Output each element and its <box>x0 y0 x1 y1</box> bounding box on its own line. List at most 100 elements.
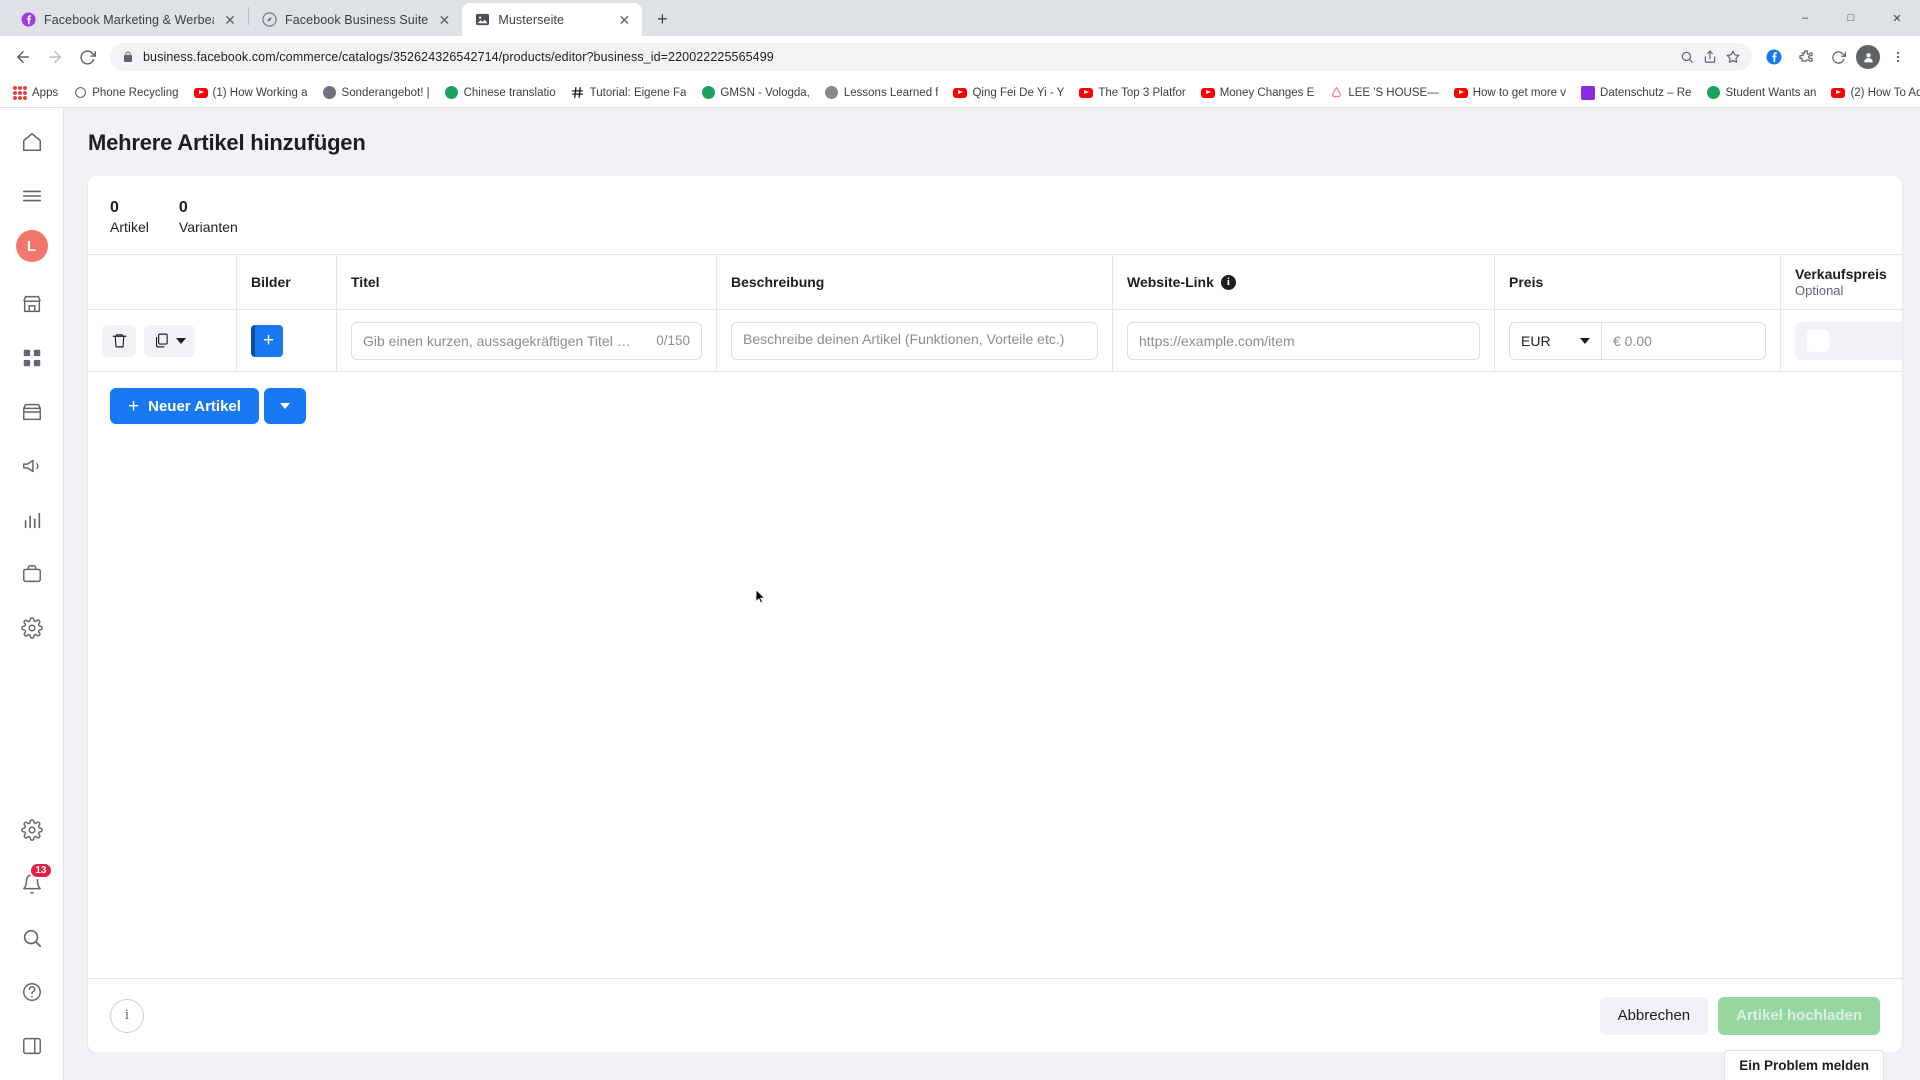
column-header-sublabel: Optional <box>1795 283 1844 299</box>
rail-item-shop[interactable] <box>12 392 52 432</box>
avatar[interactable]: L <box>15 230 48 262</box>
address-bar[interactable]: business.facebook.com/commerce/catalogs/… <box>110 43 1752 71</box>
rail-bottom-settings[interactable] <box>12 810 52 850</box>
duplicate-row-button[interactable] <box>144 324 195 357</box>
bookmark-item[interactable]: GMSN - Vologda, <box>694 83 816 103</box>
reload-button[interactable] <box>72 42 102 72</box>
zoom-icon[interactable] <box>1680 50 1694 64</box>
trash-icon[interactable] <box>102 324 136 357</box>
rail-item-apps[interactable] <box>12 338 52 378</box>
sale-price-group <box>1795 321 1902 360</box>
bookmark-item[interactable]: LEE 'S HOUSE— <box>1322 83 1445 103</box>
cancel-button[interactable]: Abbrechen <box>1599 996 1709 1035</box>
bookmark-item[interactable]: Qing Fei De Yi - Y <box>946 83 1071 103</box>
bookmark-label: Lessons Learned f <box>843 86 939 99</box>
bookmark-item[interactable]: Lessons Learned f <box>818 83 946 103</box>
bulk-add-card: 0 Artikel 0 Varianten Bilder + Titel Gib… <box>88 176 1902 1052</box>
youtube-icon <box>1831 86 1846 100</box>
forward-button[interactable] <box>40 42 70 72</box>
close-icon[interactable]: ✕ <box>436 12 452 28</box>
info-circle-icon[interactable]: i <box>110 998 144 1033</box>
rail-bottom-notifications[interactable]: 13 <box>12 862 53 904</box>
bookmark-label: GMSN - Vologda, <box>720 86 810 99</box>
rail-item-settings[interactable] <box>12 608 52 648</box>
profile-icon[interactable] <box>1856 45 1880 69</box>
bookmark-label: How to get more v <box>1472 86 1567 99</box>
close-window-button[interactable]: ✕ <box>1874 0 1920 36</box>
table-cell-link: https://example.com/item <box>1112 310 1494 373</box>
browser-tab-1[interactable]: Facebook Business Suite ✕ <box>249 3 463 36</box>
bookmark-label: Student Wants an <box>1725 86 1817 99</box>
bookmark-item[interactable]: Money Changes E <box>1194 83 1322 103</box>
bookmark-item[interactable]: The Top 3 Platfor <box>1072 83 1192 103</box>
bookmark-item[interactable]: Chinese translatio <box>438 83 563 103</box>
airbnb-icon <box>1329 86 1343 100</box>
rail-item-menu[interactable] <box>12 176 52 216</box>
title-input[interactable]: Gib einen kurzen, aussagekräftigen Titel… <box>351 321 702 360</box>
rail-item-home[interactable] <box>12 122 52 162</box>
counter-value: 0 <box>110 199 119 216</box>
puzzle-extension-icon[interactable] <box>1792 43 1820 71</box>
sale-price-input[interactable] <box>1841 321 1902 360</box>
close-icon[interactable]: ✕ <box>222 12 238 28</box>
bookmark-label: Chinese translatio <box>463 86 556 99</box>
column-header-titel: Titel <box>336 254 716 311</box>
rail-item-insights[interactable] <box>12 500 52 540</box>
rail-item-commerce[interactable] <box>12 554 52 594</box>
add-item-dropdown-button[interactable] <box>263 388 306 425</box>
facebook-extension-icon[interactable] <box>1760 43 1788 71</box>
bookmark-label: (2) How To Add A <box>1850 86 1920 99</box>
column-header-verkaufspreis: Verkaufspreis Optional <box>1780 254 1902 311</box>
browser-tab-title: Facebook Marketing & Werbea <box>44 12 214 27</box>
new-tab-button[interactable]: + <box>648 5 676 33</box>
add-image-icon[interactable] <box>251 324 283 357</box>
minimize-button[interactable]: – <box>1782 0 1828 36</box>
rail-bottom-search[interactable] <box>12 918 52 958</box>
column-header-label: Titel <box>351 274 380 291</box>
rail-bottom-help[interactable] <box>12 972 52 1012</box>
youtube-icon <box>1200 86 1215 100</box>
chrome-menu-icon[interactable] <box>1884 43 1912 71</box>
facebook-left-rail: L 13 <box>0 108 64 1080</box>
rail-item-business[interactable] <box>12 284 52 324</box>
youtube-icon <box>1453 86 1468 100</box>
table-column-verkaufspreis: Verkaufspreis Optional <box>1780 254 1902 373</box>
sale-currency-select[interactable] <box>1795 321 1841 360</box>
info-icon[interactable]: i <box>1220 274 1236 290</box>
share-icon[interactable] <box>1703 50 1717 64</box>
bookmark-label: (1) How Working a <box>212 86 308 99</box>
bookmark-item[interactable]: Tutorial: Eigene Fa <box>564 83 694 103</box>
sync-icon[interactable] <box>1824 43 1852 71</box>
star-icon[interactable] <box>1726 50 1740 64</box>
rail-bottom-panel[interactable] <box>12 1026 52 1066</box>
chevron-down-icon[interactable] <box>176 337 186 344</box>
link-placeholder: https://example.com/item <box>1139 332 1295 349</box>
upload-items-button: Artikel hochladen <box>1718 996 1880 1035</box>
browser-tab-2[interactable]: Musterseite ✕ <box>462 3 643 36</box>
notification-badge: 13 <box>29 862 53 879</box>
maximize-button[interactable]: □ <box>1828 0 1874 36</box>
price-input[interactable]: € 0.00 <box>1601 321 1766 360</box>
bookmark-item[interactable]: How to get more v <box>1447 83 1573 103</box>
tab-strip: Facebook Marketing & Werbea ✕ Facebook B… <box>0 0 1920 36</box>
bookmark-item[interactable]: Sonderangebot! | <box>316 83 437 103</box>
card-footer: i Abbrechen Artikel hochladen <box>88 978 1902 1052</box>
table-row <box>88 310 236 373</box>
bookmark-item[interactable]: Student Wants an <box>1699 83 1823 103</box>
description-input[interactable]: Beschreibe deinen Artikel (Funktionen, V… <box>731 321 1098 360</box>
close-icon[interactable]: ✕ <box>616 12 632 28</box>
rail-item-ads[interactable] <box>12 446 52 486</box>
bookmark-item[interactable]: (2) How To Add A <box>1824 83 1920 103</box>
bookmark-item[interactable]: Datenschutz – Re <box>1574 83 1698 103</box>
website-link-input[interactable]: https://example.com/item <box>1127 321 1480 360</box>
bookmark-item[interactable]: Apps <box>6 83 65 103</box>
back-button[interactable] <box>8 42 38 72</box>
window-controls: – □ ✕ <box>1782 0 1920 36</box>
currency-select[interactable]: EUR <box>1509 321 1601 360</box>
table-cell-verkaufspreis <box>1780 310 1902 373</box>
bookmark-item[interactable]: (1) How Working a <box>187 83 315 103</box>
bookmark-item[interactable]: Phone Recycling <box>66 83 185 103</box>
report-problem-button[interactable]: Ein Problem melden <box>1724 1050 1884 1080</box>
browser-tab-0[interactable]: Facebook Marketing & Werbea ✕ <box>8 3 248 36</box>
add-item-button[interactable]: + Neuer Artikel <box>110 388 259 425</box>
